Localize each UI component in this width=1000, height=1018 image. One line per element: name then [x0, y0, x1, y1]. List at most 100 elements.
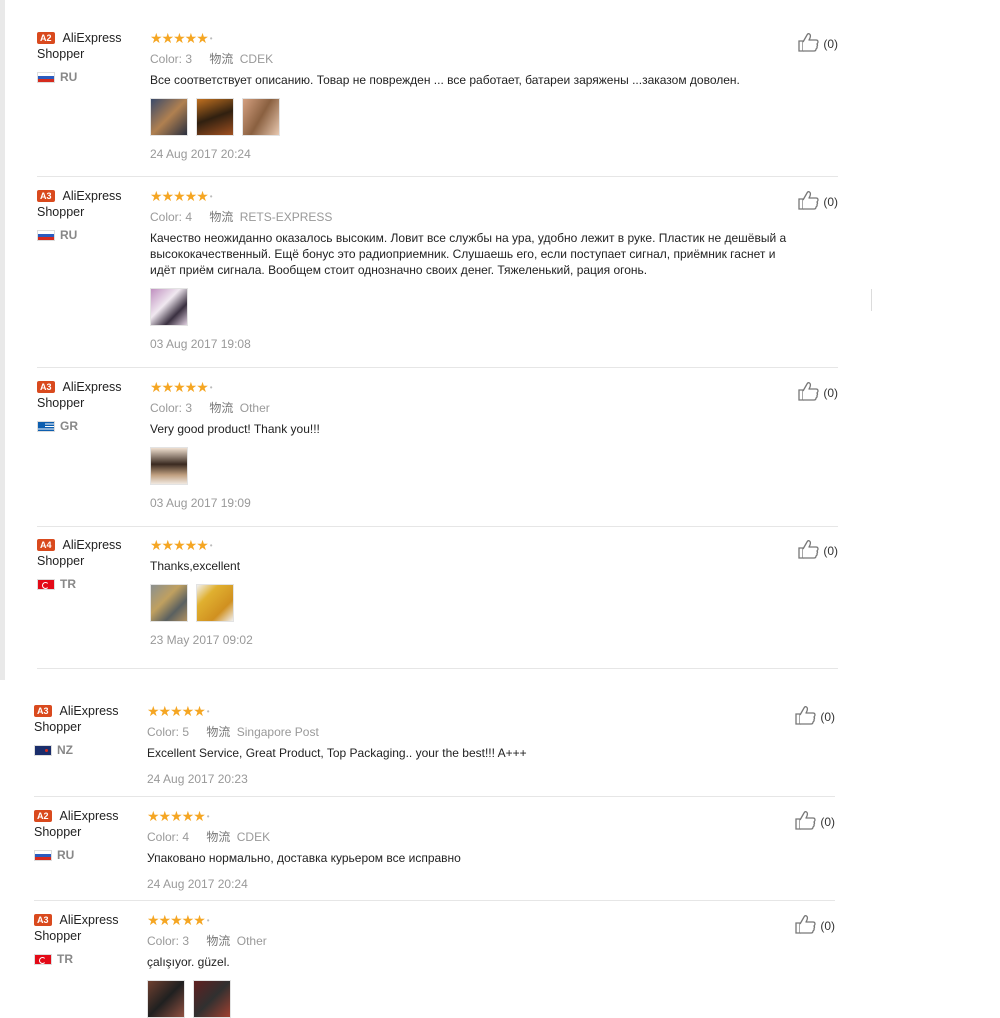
shipping-method: Other: [239, 401, 270, 415]
review-photo-thumbnail[interactable]: [150, 98, 188, 136]
reviewer-name-line2: Shopper: [37, 205, 85, 219]
order-info: Color: 4 物流 CDEK: [147, 829, 797, 845]
review-photo-thumbnail[interactable]: [150, 288, 188, 326]
reviewer-name-line2: Shopper: [37, 396, 85, 410]
reviewer-name: AliExpress: [59, 913, 119, 927]
review-photos: [150, 98, 800, 136]
star-rating: ★★★★★ •: [147, 912, 797, 928]
shipping-label: 物流: [206, 725, 231, 739]
review-content: ★★★★★ • Color: 3 物流 CDEK Все соответствуе…: [150, 30, 800, 162]
country-flag-icon: [34, 849, 52, 861]
country-code: GR: [60, 419, 78, 433]
thumbs-up-icon: [795, 810, 820, 833]
star-rating: ★★★★★ •: [147, 703, 797, 719]
review-photos: [147, 980, 797, 1018]
review-item: A4 AliExpress Shopper TR ★★★★★ • Thanks,e…: [37, 537, 838, 669]
thumbs-up-icon: [798, 539, 823, 562]
review-photo-thumbnail[interactable]: [196, 98, 234, 136]
reviewer-name-line2: Shopper: [34, 929, 82, 943]
shipping-method: Singapore Post: [236, 725, 319, 739]
star-rating: ★★★★★ •: [150, 537, 800, 553]
review-text: Все соответствует описанию. Товар не пов…: [150, 73, 740, 87]
color-option: Color: 3: [150, 401, 193, 415]
review-photo-thumbnail[interactable]: [242, 98, 280, 136]
review-photo-thumbnail[interactable]: [150, 447, 188, 485]
order-info: Color: 3 物流 CDEK: [150, 51, 800, 67]
rating-dot-icon: •: [209, 34, 213, 44]
country-flag-icon: [34, 744, 52, 756]
country-flag-icon: [37, 71, 55, 83]
rating-dot-icon: •: [206, 812, 210, 822]
review-date: 24 Aug 2017 20:23: [147, 772, 248, 786]
order-info: Color: 3 物流 Other: [147, 933, 797, 949]
helpful-count: (0): [820, 814, 835, 829]
star-rating-icons: ★★★★★: [150, 188, 209, 204]
star-rating: ★★★★★ •: [150, 188, 800, 204]
helpful-count: (0): [823, 385, 838, 400]
reviewer-info: A2 AliExpress Shopper RU: [37, 30, 137, 84]
order-info: Color: 5 物流 Singapore Post: [147, 724, 797, 740]
reviewer-name: AliExpress: [62, 538, 122, 552]
review-photo-thumbnail[interactable]: [150, 584, 188, 622]
rating-dot-icon: •: [206, 707, 210, 717]
helpful-count: (0): [820, 709, 835, 724]
star-rating-icons: ★★★★★: [150, 379, 209, 395]
review-item: A2 AliExpress Shopper RU ★★★★★ • Color: 4…: [34, 808, 835, 901]
review-content: ★★★★★ • Color: 5 物流 Singapore Post Excell…: [147, 703, 797, 787]
rating-dot-icon: •: [209, 541, 213, 551]
review-item: A3 AliExpress Shopper RU ★★★★★ • Color: 4…: [37, 188, 838, 368]
reviewer-info: A3 AliExpress Shopper NZ: [34, 703, 134, 757]
country-code: RU: [60, 228, 78, 242]
review-text: Very good product! Thank you!!!: [150, 422, 320, 436]
review-photos: [150, 584, 800, 622]
reviewer-name: AliExpress: [62, 31, 122, 45]
review-photos: [150, 288, 800, 326]
thumbs-up-icon: [798, 32, 823, 55]
shipping-label: 物流: [206, 934, 231, 948]
order-info: Color: 3 物流 Other: [150, 400, 800, 416]
buyer-level-badge: A3: [37, 381, 55, 393]
thumbs-up-icon: [795, 914, 820, 937]
color-option: Color: 3: [147, 934, 190, 948]
helpful-button[interactable]: (0): [795, 810, 835, 833]
thumbs-up-icon: [798, 381, 823, 404]
rating-dot-icon: •: [206, 916, 210, 926]
review-item: A3 AliExpress Shopper GR ★★★★★ • Color: 3…: [37, 379, 838, 527]
reviewer-country: GR: [37, 419, 137, 433]
country-flag-icon: [37, 229, 55, 241]
helpful-button[interactable]: (0): [798, 381, 838, 404]
review-content: ★★★★★ • Color: 3 物流 Other çalışıyor. güze…: [147, 912, 797, 1018]
buyer-level-badge: A2: [34, 810, 52, 822]
star-rating-icons: ★★★★★: [150, 537, 209, 553]
reviewer-country: TR: [37, 577, 137, 591]
reviewer-name: AliExpress: [62, 380, 122, 394]
thumbs-up-icon: [795, 705, 820, 728]
reviewer-name-line2: Shopper: [34, 720, 82, 734]
helpful-button[interactable]: (0): [795, 705, 835, 728]
review-photo-thumbnail[interactable]: [193, 980, 231, 1018]
buyer-level-badge: A2: [37, 32, 55, 44]
helpful-count: (0): [823, 194, 838, 209]
helpful-button[interactable]: (0): [798, 32, 838, 55]
review-photo-thumbnail[interactable]: [147, 980, 185, 1018]
review-text: Качество неожиданно оказалось высоким. Л…: [150, 231, 787, 277]
helpful-button[interactable]: (0): [798, 539, 838, 562]
reviewer-info: A4 AliExpress Shopper TR: [37, 537, 137, 591]
shipping-label: 物流: [209, 52, 234, 66]
helpful-button[interactable]: (0): [798, 190, 838, 213]
buyer-level-badge: A4: [37, 539, 55, 551]
shipping-label: 物流: [209, 401, 234, 415]
country-code: NZ: [57, 743, 73, 757]
shipping-method: RETS-EXPRESS: [239, 210, 333, 224]
star-rating: ★★★★★ •: [150, 379, 800, 395]
buyer-level-badge: A3: [34, 914, 52, 926]
shipping-label: 物流: [209, 210, 234, 224]
review-photo-thumbnail[interactable]: [196, 584, 234, 622]
helpful-button[interactable]: (0): [795, 914, 835, 937]
review-date: 03 Aug 2017 19:08: [150, 337, 251, 351]
review-content: ★★★★★ • Color: 4 物流 CDEK Упаковано нормал…: [147, 808, 797, 892]
rating-dot-icon: •: [209, 383, 213, 393]
review-item: A3 AliExpress Shopper NZ ★★★★★ • Color: 5…: [34, 703, 835, 797]
buyer-level-badge: A3: [34, 705, 52, 717]
reviewer-country: RU: [37, 70, 137, 84]
